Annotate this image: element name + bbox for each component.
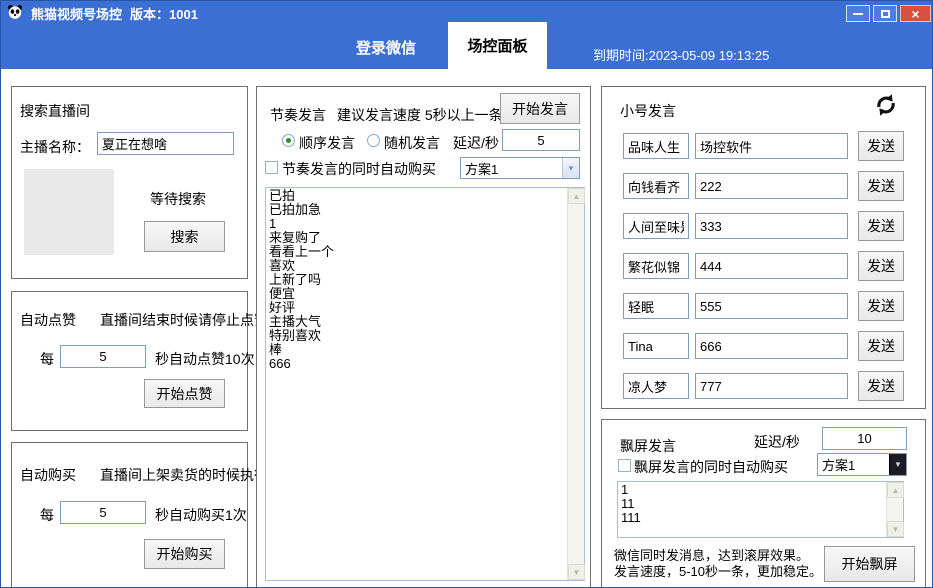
alt-name-input[interactable]: [623, 333, 689, 359]
alt-message-input[interactable]: [695, 293, 848, 319]
minimize-icon: [853, 13, 863, 15]
send-button[interactable]: 发送: [858, 371, 904, 401]
tab-login-wechat[interactable]: 登录微信: [341, 37, 431, 58]
float-messages-textarea[interactable]: 1 11 111: [618, 482, 885, 537]
rhythm-messages-wrap: 已拍 已拍加急 1 来复购了 看看上一个 喜欢 上新了吗 便宜 好评 主播大气 …: [265, 187, 585, 581]
close-icon: ×: [911, 7, 919, 21]
rhythm-autobuy-label: 节奏发言的同时自动购买: [282, 159, 436, 179]
alt-name-input[interactable]: [623, 373, 689, 399]
float-messages-wrap: 1 11 111 ▲ ▼: [617, 481, 904, 538]
panel-title: 节奏发言: [270, 105, 326, 125]
liveroom-thumbnail-placeholder: [24, 169, 114, 255]
auto-buy-panel: 自动购买 直播间上架卖货的时候执行 每 秒自动购买1次 开始购买: [11, 442, 248, 588]
minimize-button[interactable]: [846, 5, 870, 22]
random-radio[interactable]: [367, 134, 380, 147]
maximize-icon: [881, 10, 890, 18]
titlebar: 熊猫视频号场控 版本：1001: [7, 4, 198, 23]
start-speech-button[interactable]: 开始发言: [500, 93, 580, 124]
float-autobuy-label: 飘屏发言的同时自动购买: [634, 457, 788, 477]
float-scrollbar[interactable]: ▲ ▼: [886, 482, 903, 537]
auto-like-panel: 自动点赞 直播间结束时候请停止点赞 每 秒自动点赞10次 开始点赞: [11, 291, 248, 431]
alt-message-input[interactable]: [695, 213, 848, 239]
header-band: 熊猫视频号场控 版本：1001 × 登录微信 场控面板 到期时间:2023-05…: [1, 1, 933, 69]
rhythm-messages-textarea[interactable]: 已拍 已拍加急 1 来复购了 看看上一个 喜欢 上新了吗 便宜 好评 主播大气 …: [266, 188, 566, 580]
chevron-down-icon[interactable]: ▼: [562, 158, 579, 178]
start-float-button[interactable]: 开始飘屏: [824, 546, 915, 582]
rhythm-scrollbar[interactable]: ▲ ▼: [567, 188, 584, 580]
alt-name-input[interactable]: [623, 133, 689, 159]
rhythm-plan-select[interactable]: 方案1 ▼: [460, 157, 580, 179]
panda-logo-icon: [7, 4, 23, 23]
anchor-name-input[interactable]: [97, 132, 234, 155]
float-note-2: 发言速度，5-10秒一条，更加稳定。: [614, 561, 822, 580]
maximize-button[interactable]: [873, 5, 897, 22]
send-button[interactable]: 发送: [858, 331, 904, 361]
send-button[interactable]: 发送: [858, 291, 904, 321]
search-button[interactable]: 搜索: [144, 221, 225, 252]
like-interval-input[interactable]: [60, 345, 146, 368]
alt-name-input[interactable]: [623, 293, 689, 319]
close-button[interactable]: ×: [900, 5, 931, 22]
panel-title: 搜索直播间: [20, 101, 90, 121]
every-label: 每: [40, 505, 54, 525]
alt-message-input[interactable]: [695, 333, 848, 359]
rhythm-speech-panel: 节奏发言 建议发言速度 5秒以上一条 开始发言 顺序发言 随机发言 延迟/秒 节…: [256, 86, 591, 588]
buy-interval-input[interactable]: [60, 501, 146, 524]
scroll-up-icon[interactable]: ▲: [887, 482, 904, 498]
scroll-up-icon[interactable]: ▲: [568, 188, 585, 204]
refresh-icon[interactable]: [874, 93, 898, 122]
send-button[interactable]: 发送: [858, 171, 904, 201]
auto-like-hint: 直播间结束时候请停止点赞: [100, 310, 268, 330]
delay-label: 延迟/秒: [453, 133, 499, 153]
app-title: 熊猫视频号场控: [31, 4, 122, 23]
tab-control-panel[interactable]: 场控面板: [448, 22, 547, 69]
scroll-down-icon[interactable]: ▼: [568, 564, 585, 580]
panel-title: 自动点赞: [20, 310, 76, 330]
every-label: 每: [40, 349, 54, 369]
auto-buy-hint: 直播间上架卖货的时候执行: [100, 465, 268, 485]
chevron-down-icon[interactable]: ▼: [889, 454, 906, 475]
app-version: 版本：1001: [130, 4, 198, 23]
alt-message-input[interactable]: [695, 373, 848, 399]
scroll-down-icon[interactable]: ▼: [887, 521, 904, 537]
alt-message-input[interactable]: [695, 173, 848, 199]
sequential-radio[interactable]: [282, 134, 295, 147]
send-button[interactable]: 发送: [858, 211, 904, 241]
rhythm-hint: 建议发言速度 5秒以上一条: [337, 105, 503, 125]
panel-title: 飘屏发言: [620, 436, 676, 456]
alt-name-input[interactable]: [623, 253, 689, 279]
sequential-radio-label: 顺序发言: [299, 133, 355, 153]
panel-title: 自动购买: [20, 465, 76, 485]
rhythm-delay-input[interactable]: [502, 129, 580, 151]
send-button[interactable]: 发送: [858, 251, 904, 281]
alt-name-input[interactable]: [623, 213, 689, 239]
alt-accounts-panel: 小号发言 发送 发送 发送 发送 发送 发送: [601, 86, 926, 409]
alt-message-input[interactable]: [695, 133, 848, 159]
float-plan-value: 方案1: [818, 455, 889, 474]
rhythm-plan-value: 方案1: [461, 159, 562, 178]
search-liveroom-panel: 搜索直播间 主播名称： 等待搜索 搜索: [11, 86, 248, 279]
like-suffix-label: 秒自动点赞10次: [155, 349, 255, 369]
anchor-name-label: 主播名称：: [20, 137, 90, 157]
search-status-text: 等待搜索: [150, 189, 206, 209]
random-radio-label: 随机发言: [384, 133, 440, 153]
alt-message-input[interactable]: [695, 253, 848, 279]
float-plan-select[interactable]: 方案1 ▼: [817, 453, 907, 476]
floating-screen-panel: 飘屏发言 延迟/秒 飘屏发言的同时自动购买 方案1 ▼ 1 11 111 ▲ ▼…: [601, 419, 926, 588]
rhythm-autobuy-checkbox[interactable]: [265, 161, 278, 174]
delay-label: 延迟/秒: [754, 432, 800, 452]
start-buy-button[interactable]: 开始购买: [144, 539, 225, 569]
start-like-button[interactable]: 开始点赞: [144, 379, 225, 408]
panel-title: 小号发言: [620, 101, 676, 121]
app-window: 熊猫视频号场控 版本：1001 × 登录微信 场控面板 到期时间:2023-05…: [0, 0, 933, 588]
alt-name-input[interactable]: [623, 173, 689, 199]
float-delay-input[interactable]: [822, 427, 907, 450]
float-autobuy-checkbox[interactable]: [618, 459, 631, 472]
buy-suffix-label: 秒自动购买1次: [155, 505, 247, 525]
expiry-time-text: 到期时间:2023-05-09 19:13:25: [593, 45, 769, 64]
send-button[interactable]: 发送: [858, 131, 904, 161]
